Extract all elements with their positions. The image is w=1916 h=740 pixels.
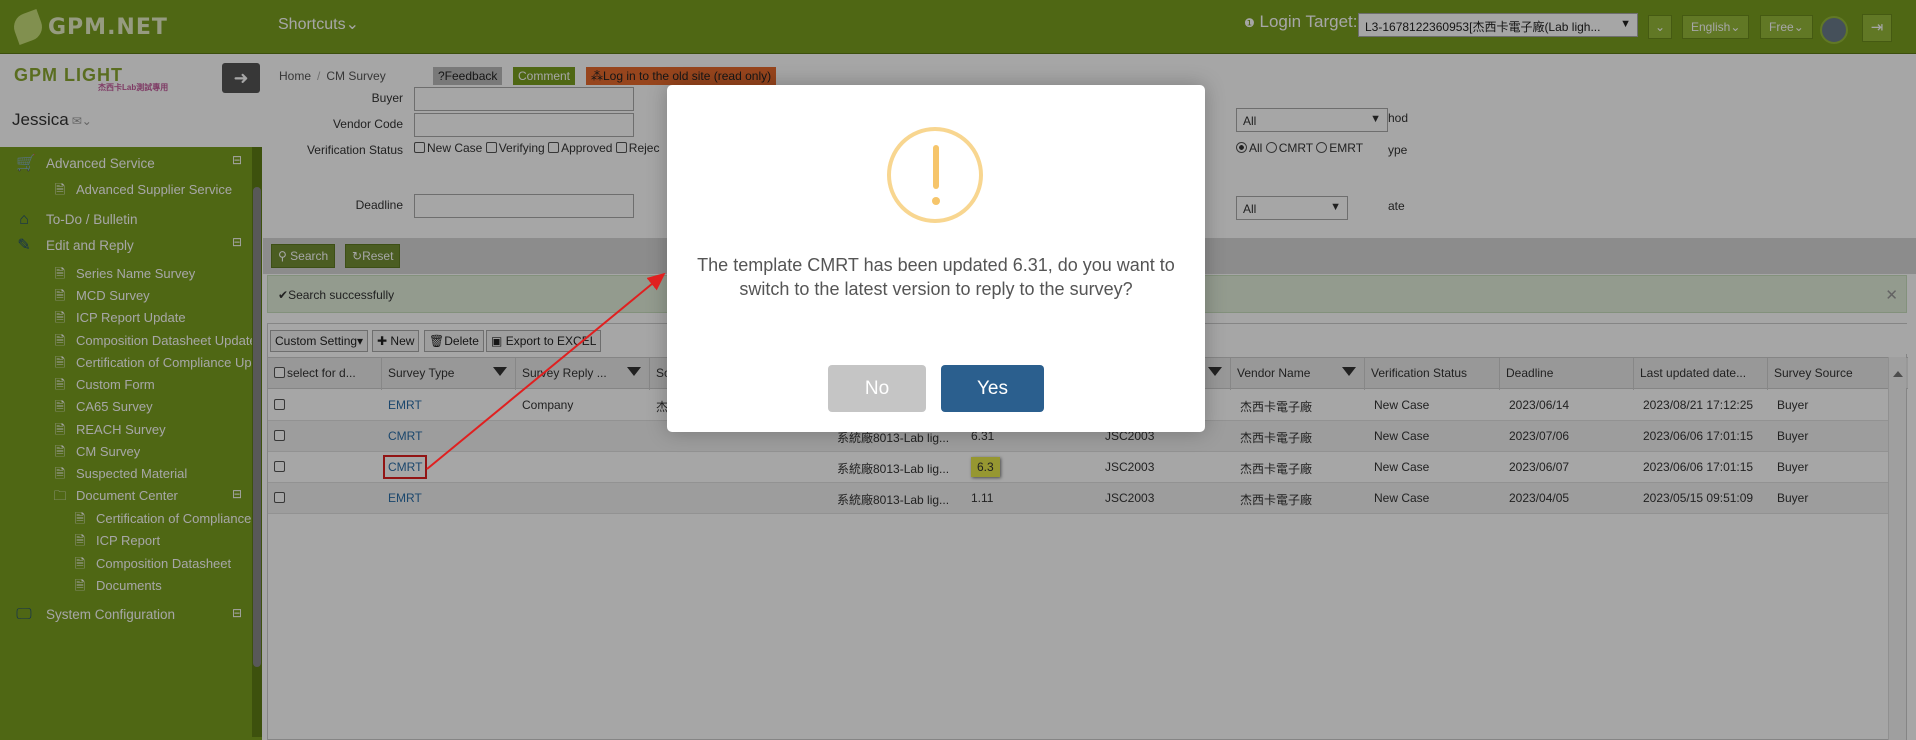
- yes-button[interactable]: Yes: [941, 365, 1044, 412]
- warning-dot: [932, 197, 940, 205]
- warning-icon: [887, 127, 983, 223]
- dialog-message: The template CMRT has been updated 6.31,…: [697, 255, 1175, 299]
- update-dialog: The template CMRT has been updated 6.31,…: [667, 85, 1205, 432]
- warning-bar: [933, 145, 939, 189]
- no-button[interactable]: No: [828, 365, 926, 412]
